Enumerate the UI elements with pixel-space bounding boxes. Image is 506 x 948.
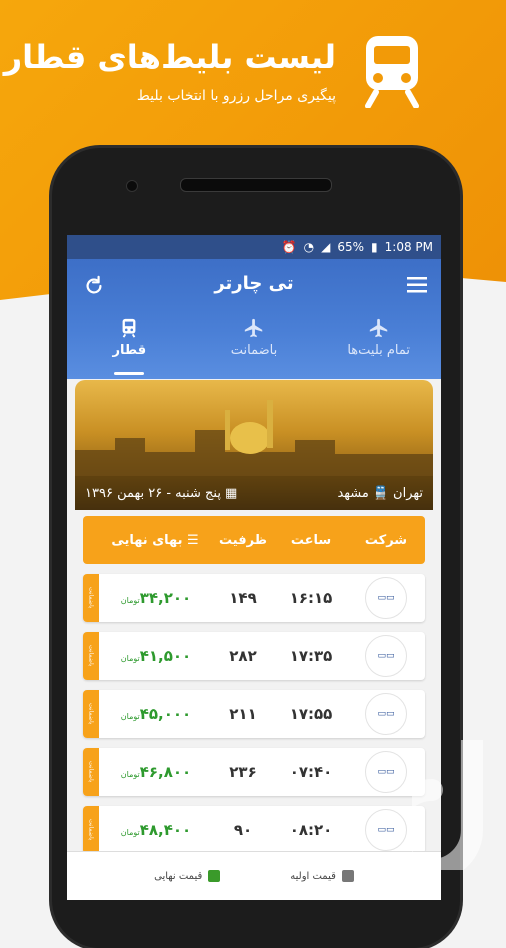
tab-train[interactable]: قطار xyxy=(67,317,192,377)
airplane-icon xyxy=(244,318,263,338)
tab-label: قطار xyxy=(112,343,147,358)
departure-time: ۱۷:۵۵ xyxy=(289,705,333,723)
app-title: تی چارتر xyxy=(214,273,294,294)
seat-capacity: ۲۱۱ xyxy=(229,705,257,723)
train-icon xyxy=(365,36,419,108)
price-currency: تومان xyxy=(120,596,140,605)
calendar-icon: ▦ xyxy=(224,485,238,501)
promo-subtitle: پیگیری مراحل رزرو با انتخاب بلیط xyxy=(136,88,336,104)
header-capacity: ظرفیت xyxy=(219,532,267,548)
rail-logo-icon: ▭▭ xyxy=(365,635,407,677)
destination-photo: تهران 🚆 مشهد ▦ پنج شنبه - ۲۶ بهمن ۱۳۹۶ xyxy=(75,380,433,510)
table-row[interactable]: ▭▭ ۱۷:۵۵ ۲۱۱ ۴۵,۰۰۰تومان باضمانت xyxy=(83,690,425,738)
app-header: تی چارتر تمام بلیت‌ها باضمانت قطار xyxy=(67,259,441,379)
price-currency: تومان xyxy=(120,828,140,837)
train-small-icon: 🚆 xyxy=(372,485,390,501)
shrine-illustration xyxy=(75,400,433,476)
departure-time: ۱۷:۳۵ xyxy=(289,647,333,665)
wifi-icon: ◔ xyxy=(303,240,315,254)
app-logo-watermark xyxy=(412,740,483,870)
airplane-icon xyxy=(369,318,387,338)
header-price[interactable]: بهای نهایی ☰ xyxy=(99,533,211,548)
guarantee-tag: باضمانت xyxy=(83,574,99,622)
phone-camera xyxy=(126,180,138,192)
price-value: ۴۸,۴۰۰ xyxy=(139,821,192,839)
company-logo: ▭▭ xyxy=(347,635,425,677)
route-destination: مشهد xyxy=(337,485,369,501)
guarantee-tag: باضمانت xyxy=(83,690,99,738)
table-row[interactable]: ▭▭ ۱۷:۳۵ ۲۸۲ ۴۱,۵۰۰تومان باضمانت xyxy=(83,632,425,680)
header-time: ساعت xyxy=(290,532,332,548)
tab-guaranteed[interactable]: باضمانت xyxy=(192,317,317,377)
company-logo: ▭▭ xyxy=(347,693,425,735)
rail-logo-icon: ▭▭ xyxy=(365,577,407,619)
route-date: پنج شنبه - ۲۶ بهمن ۱۳۹۶ xyxy=(85,485,221,501)
final-price: ۴۱,۵۰۰تومان xyxy=(99,647,211,665)
price-value: ۴۱,۵۰۰ xyxy=(139,647,192,665)
sort-icon: ☰ xyxy=(187,532,199,548)
guarantee-tag: باضمانت xyxy=(83,632,99,680)
rail-logo-icon: ▭▭ xyxy=(365,693,407,735)
seat-capacity: ۲۳۶ xyxy=(229,763,257,781)
header-price-label: بهای نهایی xyxy=(111,532,183,548)
seat-capacity: ۱۴۹ xyxy=(229,589,257,607)
company-logo: ▭▭ xyxy=(347,577,425,619)
legend-final-label: قیمت نهایی xyxy=(154,870,203,882)
price-currency: تومان xyxy=(120,770,140,779)
tab-bar: تمام بلیت‌ها باضمانت قطار xyxy=(67,317,441,377)
departure-time: ۰۷:۴۰ xyxy=(289,763,333,781)
seat-capacity: ۲۸۲ xyxy=(229,647,257,665)
departure-time: ۰۸:۲۰ xyxy=(289,821,333,839)
table-row[interactable]: ▭▭ ۰۸:۲۰ ۹۰ ۴۸,۴۰۰تومان باضمانت xyxy=(83,806,425,854)
final-price-swatch xyxy=(208,870,221,882)
final-price: ۴۵,۰۰۰تومان xyxy=(99,705,211,723)
guarantee-tag: باضمانت xyxy=(83,748,99,796)
price-currency: تومان xyxy=(120,712,140,721)
price-value: ۳۴,۲۰۰ xyxy=(139,589,192,607)
legend-base-label: قیمت اولیه xyxy=(290,870,336,882)
alarm-icon: ⏰ xyxy=(281,240,297,254)
status-bar: ⏰ ◔ ◢ 65% ▮ 1:08 PM xyxy=(67,235,441,259)
tab-all-tickets[interactable]: تمام بلیت‌ها xyxy=(316,317,441,377)
guarantee-tag: باضمانت xyxy=(83,806,99,854)
final-price: ۴۸,۴۰۰تومان xyxy=(99,821,211,839)
train-icon xyxy=(122,318,136,338)
promo-title: لیست بلیط‌های قطار xyxy=(3,38,336,76)
price-legend: قیمت اولیه قیمت نهایی xyxy=(67,851,441,900)
table-row[interactable]: ▭▭ ۰۷:۴۰ ۲۳۶ ۴۶,۸۰۰تومان باضمانت xyxy=(83,748,425,796)
phone-speaker xyxy=(180,178,332,192)
price-value: ۴۶,۸۰۰ xyxy=(139,763,192,781)
table-header: شرکت ساعت ظرفیت بهای نهایی ☰ xyxy=(83,516,425,564)
route-bar: تهران 🚆 مشهد ▦ پنج شنبه - ۲۶ بهمن ۱۳۹۶ xyxy=(75,476,433,510)
final-price: ۴۶,۸۰۰تومان xyxy=(99,763,211,781)
menu-icon[interactable] xyxy=(407,277,427,293)
status-time: 1:08 PM xyxy=(384,240,433,254)
rail-logo-icon: ▭▭ xyxy=(365,751,407,793)
battery-icon: ▮ xyxy=(371,240,378,254)
signal-icon: ◢ xyxy=(321,240,331,254)
price-currency: تومان xyxy=(120,654,140,663)
base-price-swatch xyxy=(341,870,354,882)
legend-final-price: قیمت نهایی xyxy=(154,870,221,882)
app-screen: ⏰ ◔ ◢ 65% ▮ 1:08 PM تی چارتر تمام بلیت‌ه… xyxy=(67,235,441,900)
tab-label: تمام بلیت‌ها xyxy=(347,343,411,358)
final-price: ۳۴,۲۰۰تومان xyxy=(99,589,211,607)
header-company: شرکت xyxy=(364,532,408,548)
seat-capacity: ۹۰ xyxy=(233,821,253,839)
price-value: ۴۵,۰۰۰ xyxy=(139,705,192,723)
tab-label: باضمانت xyxy=(230,343,278,358)
rail-logo-icon: ▭▭ xyxy=(365,809,407,851)
battery-percent: 65% xyxy=(337,240,365,254)
legend-base-price: قیمت اولیه xyxy=(290,870,354,882)
table-row[interactable]: ▭▭ ۱۶:۱۵ ۱۴۹ ۳۴,۲۰۰تومان باضمانت xyxy=(83,574,425,622)
departure-time: ۱۶:۱۵ xyxy=(289,589,333,607)
route-origin: تهران xyxy=(393,485,423,501)
